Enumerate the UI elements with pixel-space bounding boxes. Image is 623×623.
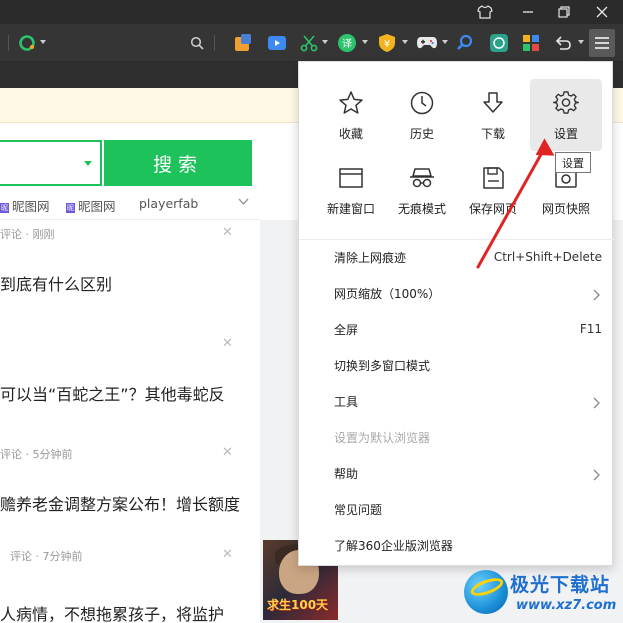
menu-grid-label: 新建窗口: [326, 202, 375, 216]
chevron-down-icon[interactable]: [322, 40, 328, 44]
site-watermark: 极光下载站 www.xz7.com: [464, 566, 620, 620]
feed-title[interactable]: 人病情，不想拖累孩子，将监护: [0, 601, 224, 623]
feed-meta: 评论 · 刚刚: [0, 228, 55, 241]
main-menu: 收藏 历史 下载 设置 新建窗口 无痕模式 保存网页 网页快照 清除上网痕迹 C…: [298, 61, 614, 566]
chevron-down-icon[interactable]: [238, 196, 249, 209]
watermark-url: www.xz7.com: [516, 598, 617, 613]
dismiss-icon[interactable]: ✕: [222, 547, 233, 562]
browser-toolbar: 译 ¥: [0, 24, 623, 62]
menu-grid-new-window[interactable]: 新建窗口: [315, 154, 387, 226]
menu-grid-label: 收藏: [338, 127, 363, 141]
chevron-right-icon: [593, 394, 600, 413]
site-logo-icon: 昵: [0, 202, 9, 213]
menu-item-set-default: 设置为默认浏览器: [299, 419, 614, 455]
star-icon: [337, 89, 365, 117]
menu-item-fullscreen[interactable]: 全屏 F11: [299, 311, 614, 347]
menu-item-shortcut: F11: [579, 322, 602, 336]
chevron-down-icon[interactable]: [402, 40, 408, 44]
chevron-right-icon: [593, 466, 600, 485]
new-window-icon: [337, 164, 365, 192]
menu-item-enterprise[interactable]: 了解360企业版浏览器: [299, 527, 614, 563]
download-icon: [479, 89, 507, 117]
menu-item-clear-history[interactable]: 清除上网痕迹 Ctrl+Shift+Delete: [299, 239, 614, 275]
search-button[interactable]: 搜索: [104, 140, 252, 186]
shield-coin-icon[interactable]: ¥: [376, 32, 398, 54]
quick-links: 昵昵图网 昵昵图网 playerfab: [0, 196, 260, 216]
gear-icon: [552, 89, 580, 117]
menu-item-label: 清除上网痕迹: [334, 250, 407, 265]
svg-text:译: 译: [342, 38, 352, 50]
gamepad-icon[interactable]: [416, 32, 438, 54]
menu-item-help[interactable]: 帮助: [299, 455, 614, 491]
title-bar: [0, 0, 623, 24]
menu-item-faq[interactable]: 常见问题: [299, 491, 614, 527]
annotation-arrow-icon: [476, 138, 555, 269]
search-icon[interactable]: [186, 32, 208, 54]
watermark-title: 极光下载站: [510, 574, 611, 596]
feed-title[interactable]: 赡养老金调整方案公布！增长额度: [0, 491, 240, 515]
incognito-icon: [408, 164, 436, 192]
chevron-down-icon[interactable]: [578, 40, 584, 44]
menu-item-label: 切换到多窗口模式: [334, 358, 431, 373]
menu-item-label: 了解360企业版浏览器: [334, 538, 453, 553]
site-logo-icon: 昵: [66, 202, 75, 213]
menu-grid-incognito[interactable]: 无痕模式: [386, 154, 458, 226]
feed-title[interactable]: 到底有什么区别: [0, 271, 112, 295]
chevron-right-icon: [593, 286, 600, 305]
close-icon[interactable]: [582, 0, 622, 24]
quick-link-label: 昵图网: [12, 199, 50, 214]
quick-link[interactable]: 昵昵图网: [0, 196, 50, 215]
menu-item-label: 帮助: [334, 466, 359, 481]
minimize-icon[interactable]: [508, 0, 548, 24]
quick-link[interactable]: 昵昵图网: [66, 196, 116, 215]
scissors-icon[interactable]: [298, 32, 320, 54]
menu-grid-label: 无痕模式: [397, 202, 446, 216]
clock-icon: [408, 89, 436, 117]
feed-meta: 评论 · 5分钟前: [0, 448, 73, 461]
thumbnail-caption: 求生100天: [267, 598, 329, 612]
divider: [0, 219, 260, 220]
feed-title[interactable]: 可以当“百蛇之王”？其他毒蛇反: [0, 381, 225, 405]
video-ext-icon[interactable]: [266, 32, 288, 54]
search-engine-icon[interactable]: [16, 32, 38, 54]
svg-text:¥: ¥: [384, 39, 390, 50]
quick-link-label: 昵图网: [78, 199, 116, 214]
magnifier-ext-icon[interactable]: [454, 32, 476, 54]
menu-item-label: 设置为默认浏览器: [334, 430, 431, 445]
menu-icon[interactable]: [589, 29, 615, 57]
settings-tooltip: 设置: [555, 152, 591, 173]
menu-item-multi-window[interactable]: 切换到多窗口模式: [299, 347, 614, 383]
dismiss-icon[interactable]: ✕: [222, 445, 233, 460]
ai-assistant-icon[interactable]: [488, 32, 510, 54]
menu-item-label: 工具: [334, 394, 359, 409]
dismiss-icon[interactable]: ✕: [222, 225, 233, 240]
apps-icon[interactable]: [520, 32, 542, 54]
menu-item-label: 网页缩放（100%）: [334, 286, 441, 301]
menu-grid-history[interactable]: 历史: [386, 79, 458, 151]
menu-item-label: 全屏: [334, 322, 359, 337]
translate-icon[interactable]: 译: [336, 32, 358, 54]
quick-link-label: playerfab: [139, 196, 199, 211]
chevron-down-icon[interactable]: [40, 40, 46, 44]
quick-link[interactable]: playerfab: [139, 196, 198, 211]
menu-grid-label: 历史: [409, 127, 434, 141]
feed-meta: 评论 · 7分钟前: [10, 550, 83, 563]
menu-item-zoom[interactable]: 网页缩放（100%）: [299, 275, 614, 311]
undo-icon[interactable]: [552, 32, 574, 54]
chevron-down-icon[interactable]: [362, 40, 368, 44]
search-engine-dropdown-icon[interactable]: [84, 161, 92, 166]
menu-item-label: 常见问题: [334, 502, 383, 517]
chevron-down-icon[interactable]: [442, 40, 448, 44]
toolbar-separator: [8, 35, 9, 51]
translate-ext-icon[interactable]: [232, 32, 254, 54]
skin-icon[interactable]: [465, 0, 505, 24]
menu-item-tools[interactable]: 工具: [299, 383, 614, 419]
menu-grid-favorites[interactable]: 收藏: [315, 79, 387, 151]
dismiss-icon[interactable]: ✕: [222, 336, 233, 351]
restore-icon[interactable]: [544, 0, 584, 24]
toolbar-separator: [214, 35, 215, 51]
